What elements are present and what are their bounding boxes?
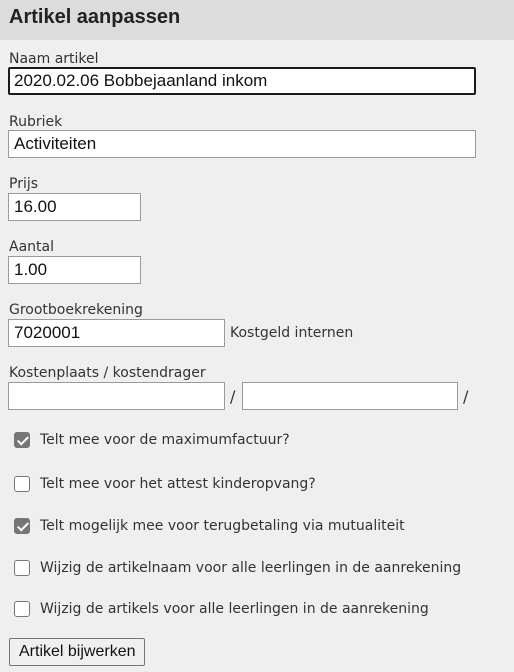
wijzig-artikelnaam-checkbox[interactable] xyxy=(14,560,30,576)
naam-artikel-input[interactable] xyxy=(8,67,476,95)
checkbox-row-mutualiteit[interactable]: Telt mogelijk mee voor terugbetaling via… xyxy=(14,518,405,534)
kinderopvang-checkbox[interactable] xyxy=(14,476,30,492)
wijzig-artikels-label: Wijzig de artikels voor alle leerlingen … xyxy=(40,601,429,617)
aantal-input[interactable] xyxy=(8,256,141,284)
checkbox-row-wijzig-artikelnaam[interactable]: Wijzig de artikelnaam voor alle leerling… xyxy=(14,560,461,576)
kostenplaats-separator: / xyxy=(230,387,236,406)
checkbox-row-kinderopvang[interactable]: Telt mee voor het attest kinderopvang? xyxy=(14,476,316,492)
checkbox-row-maximumfactuur[interactable]: Telt mee voor de maximumfactuur? xyxy=(14,432,290,448)
mutualiteit-checkbox[interactable] xyxy=(14,518,30,534)
kostenplaats-input[interactable] xyxy=(8,382,225,410)
prijs-label: Prijs xyxy=(9,176,39,192)
prijs-input[interactable] xyxy=(8,193,141,221)
checkbox-row-wijzig-artikels[interactable]: Wijzig de artikels voor alle leerlingen … xyxy=(14,601,429,617)
kostendrager-input[interactable] xyxy=(242,382,458,410)
maximumfactuur-label: Telt mee voor de maximumfactuur? xyxy=(40,432,290,448)
artikel-bijwerken-button[interactable]: Artikel bijwerken xyxy=(9,638,146,666)
rubriek-label: Rubriek xyxy=(9,114,63,130)
page-header: Artikel aanpassen xyxy=(0,0,514,40)
rubriek-input[interactable] xyxy=(8,130,476,158)
kostenplaats-label: Kostenplaats / kostendrager xyxy=(9,365,206,381)
wijzig-artikels-checkbox[interactable] xyxy=(14,601,30,617)
grootboekrekening-label: Grootboekrekening xyxy=(9,302,143,318)
naam-artikel-label: Naam artikel xyxy=(9,51,99,67)
aantal-label: Aantal xyxy=(9,239,54,255)
mutualiteit-label: Telt mogelijk mee voor terugbetaling via… xyxy=(40,518,405,534)
kinderopvang-label: Telt mee voor het attest kinderopvang? xyxy=(40,476,316,492)
wijzig-artikelnaam-label: Wijzig de artikelnaam voor alle leerling… xyxy=(40,560,462,576)
grootboekrekening-description: Kostgeld internen xyxy=(230,325,354,341)
page-title: Artikel aanpassen xyxy=(9,6,181,28)
kostendrager-separator: / xyxy=(463,387,469,406)
maximumfactuur-checkbox[interactable] xyxy=(14,432,30,448)
grootboekrekening-input[interactable] xyxy=(8,319,225,347)
